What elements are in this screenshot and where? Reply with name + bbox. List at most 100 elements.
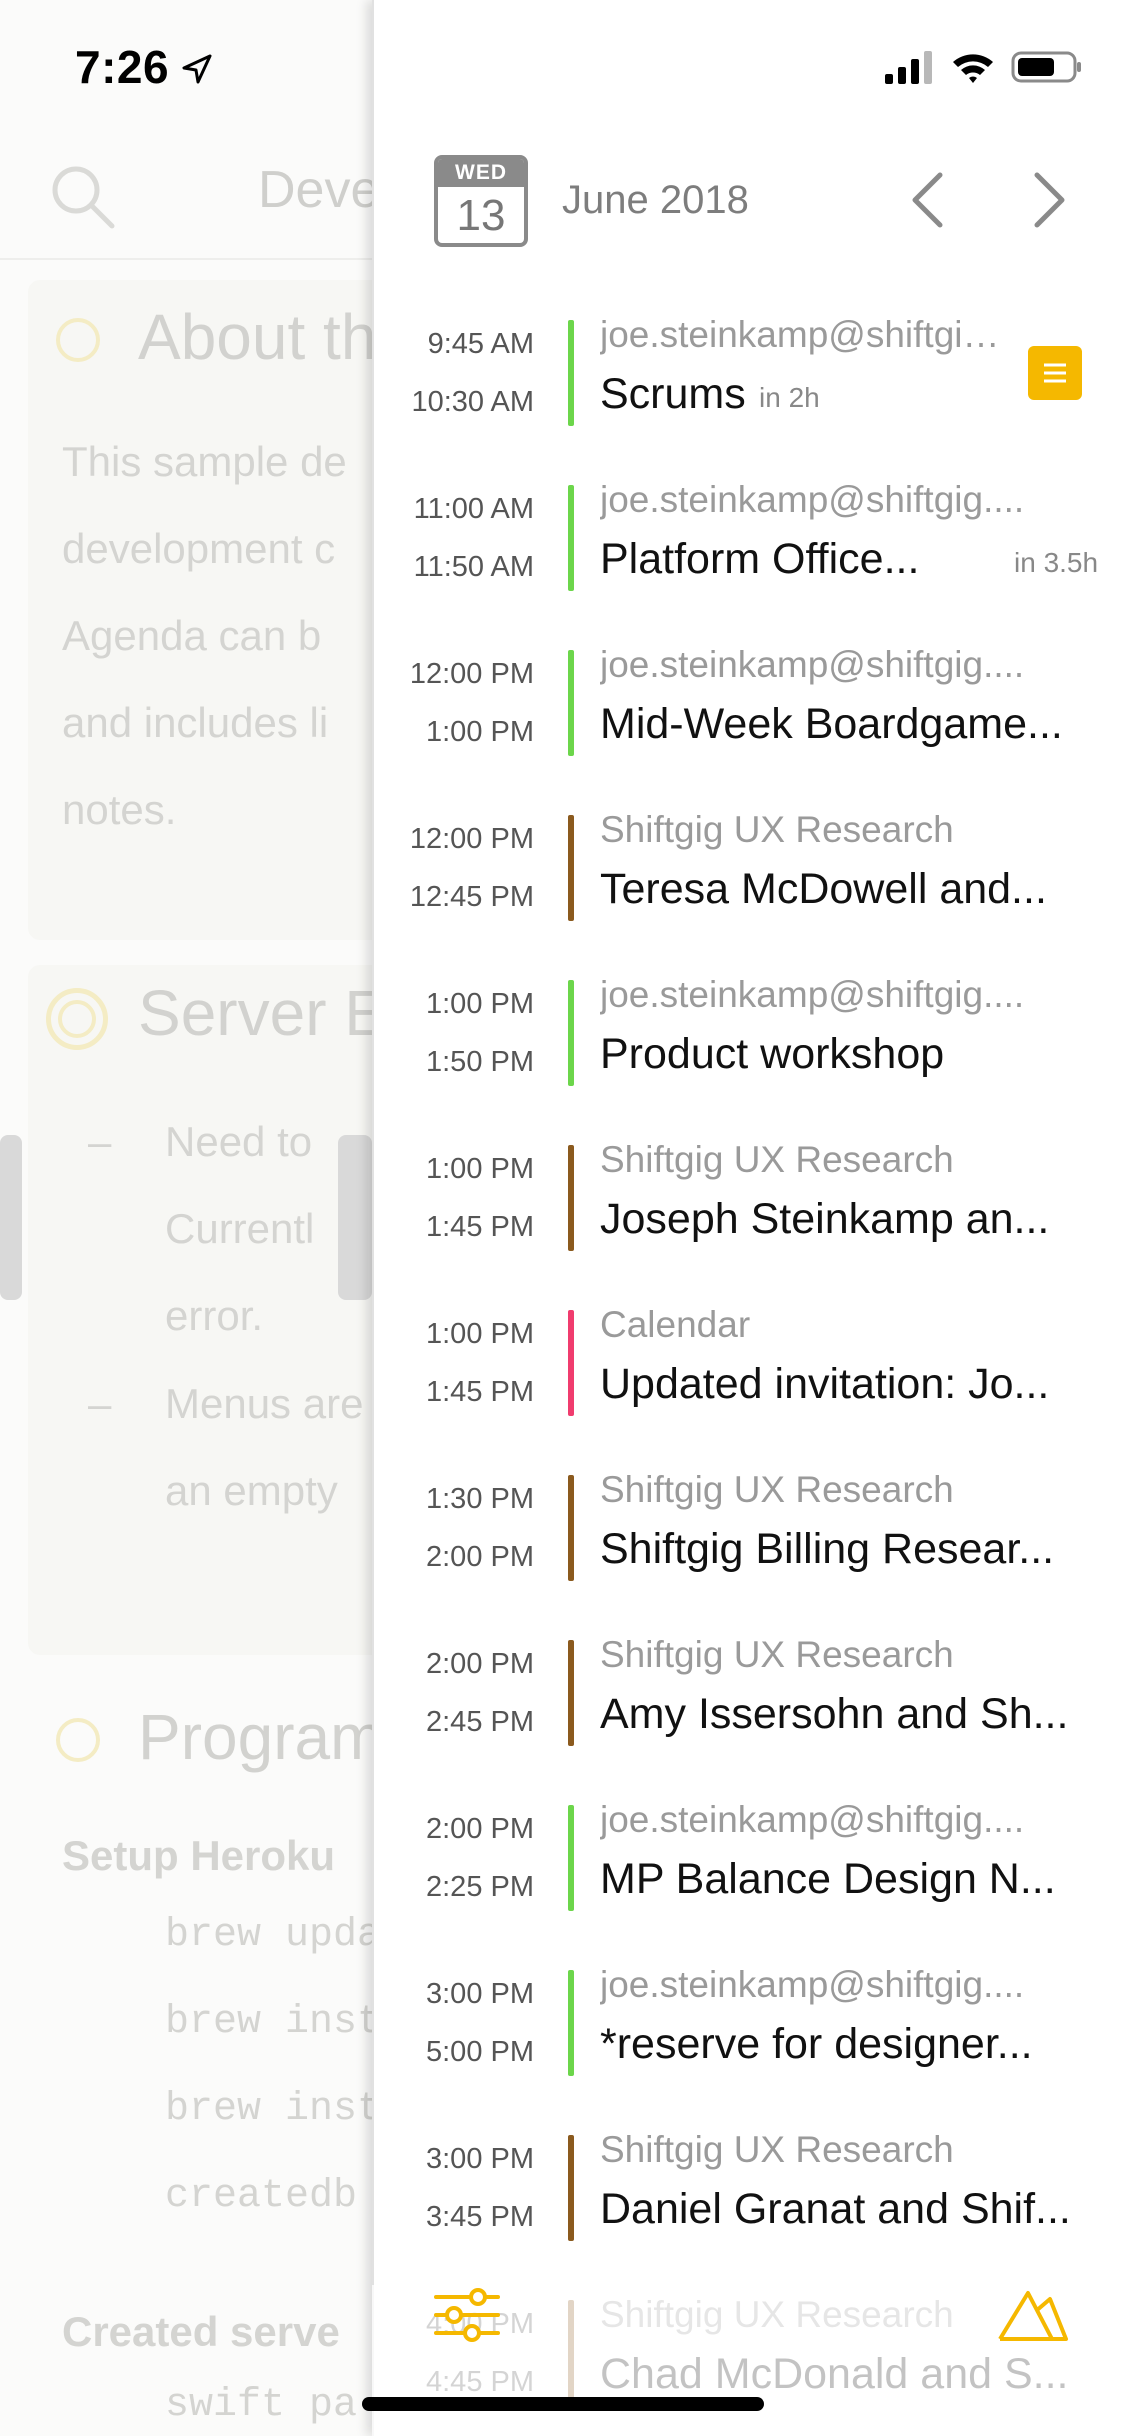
body-text: and includes li (62, 699, 329, 746)
event-row[interactable]: 2:00 PM 2:45 PM Shiftgig UX Research Amy Is… (372, 1620, 1125, 1785)
code-line: brew inst (165, 2087, 382, 2132)
event-start-time: 11:00 AM (413, 493, 534, 525)
day-number: 13 (456, 191, 506, 240)
subheading: Setup Heroku (62, 1832, 336, 1879)
event-calendar-name: joe.steinkamp@shiftgig.... (600, 644, 1025, 685)
location-arrow-icon (182, 54, 212, 84)
day-of-week: WED (438, 159, 524, 187)
list-text: error. (165, 1292, 264, 1339)
event-start-time: 12:00 PM (409, 658, 534, 690)
event-calendar-name: Shiftgig UX Research (600, 2129, 954, 2170)
event-end-time: 2:25 PM (426, 1871, 534, 1903)
event-end-time: 3:45 PM (426, 2201, 534, 2233)
event-end-time: 12:45 PM (409, 881, 534, 913)
cellular-signal-icon (885, 51, 932, 84)
event-row[interactable]: 12:00 PM 12:45 PM Shiftgig UX Research Tere… (372, 795, 1125, 960)
bullet-dash: – (88, 1380, 112, 1427)
event-row[interactable]: 11:00 AM 11:50 AM joe.steinkamp@shiftgig..… (372, 465, 1125, 630)
search-icon (52, 166, 115, 229)
lines-icon (1044, 363, 1066, 383)
event-calendar-name: joe.steinkamp@shiftgig.... (600, 1799, 1025, 1840)
subheading: Created serve (62, 2308, 340, 2355)
event-title: *reserve for designer... (600, 2020, 1033, 2068)
agenda-panel: WED 13 June 2018 9:45 AM 10:30 AM joe.stei… (372, 0, 1125, 2436)
event-start-time: 1:30 PM (426, 1483, 534, 1515)
event-row[interactable]: 1:00 PM 1:45 PM Calendar Updated invitation… (372, 1290, 1125, 1455)
event-start-time: 1:00 PM (426, 1318, 534, 1350)
calendar-color-bar (568, 1640, 574, 1746)
status-icons (883, 50, 1083, 84)
event-start-time: 1:00 PM (426, 988, 534, 1020)
list-text: Currentl (165, 1205, 315, 1252)
event-start-time: 12:00 PM (409, 823, 534, 855)
chevron-right-icon (1034, 172, 1065, 228)
calendar-color-bar (568, 650, 574, 756)
list-text: Menus are (165, 1380, 364, 1427)
body-text: notes. (62, 786, 177, 833)
section-status-icon (56, 318, 100, 362)
event-end-time: 5:00 PM (426, 2036, 534, 2068)
event-end-time: 10:30 AM (411, 386, 534, 418)
event-title: Joseph Steinkamp an... (600, 1195, 1050, 1243)
month-label: June 2018 (562, 178, 749, 222)
chevron-left-icon (912, 172, 943, 228)
event-start-time: 3:00 PM (426, 1978, 534, 2010)
home-indicator[interactable] (362, 2397, 764, 2411)
event-row[interactable]: 1:00 PM 1:45 PM Shiftgig UX Research Joseph… (372, 1125, 1125, 1290)
calendar-color-bar (568, 815, 574, 921)
event-title: Platform Office... (600, 535, 920, 583)
event-title: Product workshop (600, 1030, 945, 1078)
next-day-button[interactable] (1020, 165, 1080, 235)
event-start-time: 1:00 PM (426, 1153, 534, 1185)
event-row[interactable]: 3:00 PM 3:45 PM Shiftgig UX Research Daniel… (372, 2115, 1125, 2280)
event-calendar-name: Calendar (600, 1304, 751, 1345)
drawer-handle[interactable] (338, 1135, 372, 1300)
calendar-color-bar (568, 485, 574, 591)
event-end-time: 1:45 PM (426, 1376, 534, 1408)
list-text: an empty (165, 1467, 338, 1514)
event-start-time: 9:45 AM (427, 328, 534, 360)
filter-sliders-icon[interactable] (432, 2285, 502, 2345)
event-row[interactable]: 1:30 PM 2:00 PM Shiftgig UX Research Shiftg… (372, 1455, 1125, 1620)
drawer-handle[interactable] (0, 1135, 22, 1300)
event-end-time: 1:50 PM (426, 1046, 534, 1078)
event-end-time: 11:50 AM (413, 551, 534, 583)
note-icon[interactable] (1028, 346, 1082, 400)
event-end-time: 2:45 PM (426, 1706, 534, 1738)
event-title: Teresa McDowell and... (600, 865, 1047, 913)
event-row[interactable]: 12:00 PM 1:00 PM joe.steinkamp@shiftgig...… (372, 630, 1125, 795)
body-text: development c (62, 525, 336, 572)
event-title: Scrums (600, 370, 746, 418)
today-calendar-icon[interactable]: WED 13 (434, 155, 528, 247)
mountain-icon[interactable] (996, 2285, 1070, 2345)
event-calendar-name: joe.steinkamp@shiftgig.... (600, 1964, 1025, 2005)
event-title: Shiftgig Billing Resear... (600, 1525, 1055, 1573)
calendar-color-bar (568, 2135, 574, 2241)
event-end-time: 2:00 PM (426, 1541, 534, 1573)
note-title: Deve (258, 161, 380, 219)
body-text: Agenda can b (62, 612, 322, 659)
calendar-color-bar (568, 320, 574, 426)
previous-day-button[interactable] (897, 165, 957, 235)
calendar-color-bar (568, 1805, 574, 1911)
event-end-time: 1:00 PM (426, 716, 534, 748)
event-title: Daniel Granat and Shif... (600, 2185, 1071, 2233)
code-line: brew upda (165, 1913, 382, 1958)
calendar-color-bar (568, 980, 574, 1086)
event-row[interactable]: 9:45 AM 10:30 AM joe.steinkamp@shiftgig...… (372, 300, 1125, 465)
event-calendar-name: joe.steinkamp@shiftgig.... (600, 479, 1025, 520)
section-status-inner (58, 1000, 96, 1038)
event-row[interactable]: 1:00 PM 1:50 PM joe.steinkamp@shiftgig....… (372, 960, 1125, 1125)
event-title: Mid-Week Boardgame... (600, 700, 1063, 748)
list-text: Need to (165, 1118, 313, 1165)
body-text: This sample de (62, 438, 347, 485)
event-row[interactable]: 3:00 PM 5:00 PM joe.steinkamp@shiftgig....… (372, 1950, 1125, 2115)
event-row[interactable]: 2:00 PM 2:25 PM joe.steinkamp@shiftgig....… (372, 1785, 1125, 1950)
event-calendar-name: Shiftgig UX Research (600, 1469, 954, 1510)
wifi-icon (953, 54, 993, 83)
event-calendar-name: Shiftgig UX Research (600, 1634, 954, 1675)
event-relative-time: in 2h (759, 382, 820, 413)
event-title: MP Balance Design N... (600, 1855, 1056, 1903)
code-line: brew inst (165, 2000, 382, 2045)
event-calendar-name: Shiftgig UX Research (600, 1139, 954, 1180)
